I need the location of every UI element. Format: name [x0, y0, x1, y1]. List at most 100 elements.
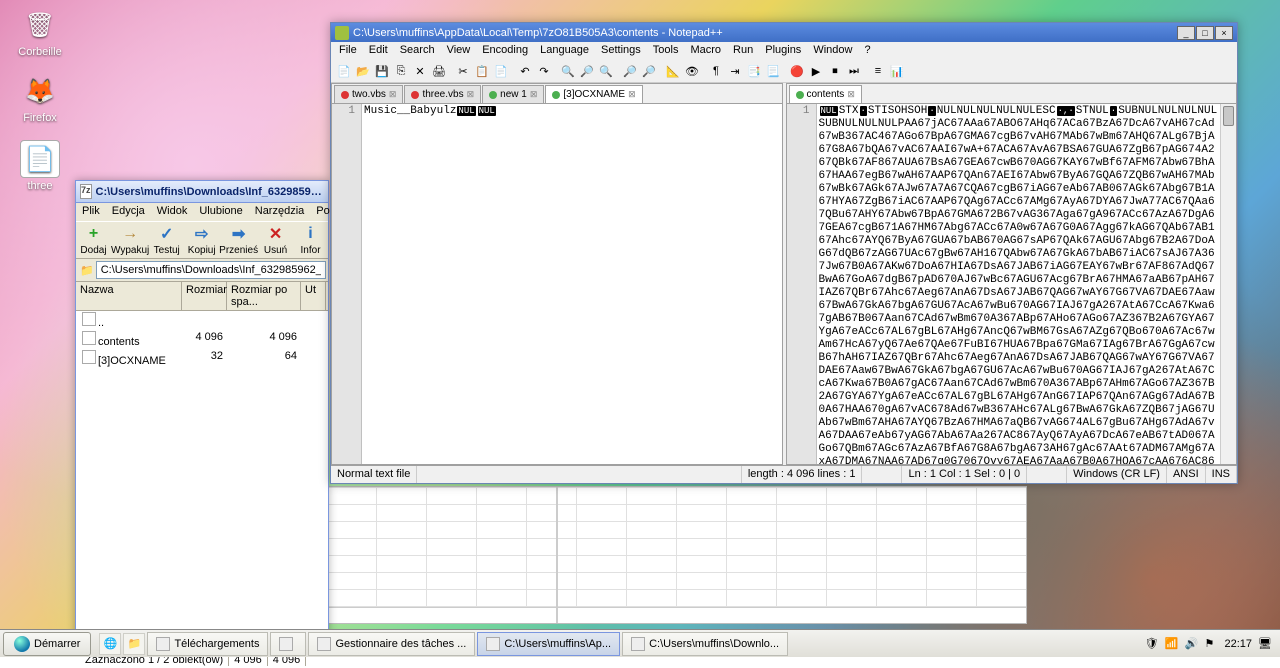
taskbar-item[interactable]	[270, 632, 306, 656]
toolbar-btn-29[interactable]: 🔴	[788, 62, 806, 80]
tab--3-ocxname[interactable]: [3]OCXNAME⊠	[545, 85, 642, 103]
toolbar-btn-21[interactable]: 📐	[664, 62, 682, 80]
toolbar-btn-8[interactable]: 📋	[473, 62, 491, 80]
toolbar-btn-30[interactable]: ▶	[807, 62, 825, 80]
file-row[interactable]: ..	[76, 311, 328, 330]
notepadpp-titlebar[interactable]: C:\Users\muffins\AppData\Local\Temp\7zO8…	[331, 23, 1237, 42]
maximize-button[interactable]: □	[1196, 26, 1214, 40]
tab-close-icon[interactable]: ⊠	[530, 89, 538, 100]
menu-view[interactable]: View	[441, 42, 477, 60]
toolbar-btn-31[interactable]: ⏹	[826, 62, 844, 80]
toolbar-btn-12[interactable]: ↷	[535, 62, 553, 80]
toolbtn-kopiuj[interactable]: ⇨Kopiuj	[184, 224, 219, 256]
toolbar-btn-19[interactable]: 🔎	[640, 62, 658, 80]
tab-close-icon[interactable]: ⊠	[389, 89, 397, 100]
menu-tools[interactable]: Tools	[647, 42, 685, 60]
toolbar-btn-22[interactable]: 👁	[683, 62, 701, 80]
menu-ulubione[interactable]: Ulubione	[193, 203, 248, 221]
toolbar-btn-34[interactable]: ≡	[869, 62, 887, 80]
toolbar-btn-11[interactable]: ↶	[516, 62, 534, 80]
menu-window[interactable]: Window	[807, 42, 858, 60]
tab-close-icon[interactable]: ⊠	[847, 89, 855, 100]
close-button[interactable]: ×	[1215, 26, 1233, 40]
menu-edit[interactable]: Edit	[363, 42, 394, 60]
right-scrollbar[interactable]	[1220, 104, 1236, 464]
sevenzip-titlebar[interactable]: 7z C:\Users\muffins\Downloads\Inf_632985…	[76, 181, 328, 203]
menu-macro[interactable]: Macro	[684, 42, 727, 60]
left-tabstrip[interactable]: two.vbs⊠three.vbs⊠new 1⊠[3]OCXNAME⊠	[332, 84, 782, 104]
toolbar-btn-32[interactable]: ⏭	[845, 62, 863, 80]
notepadpp-toolbar[interactable]: 📄📂💾⎘✕🖨✂📋📄↶↷🔍🔎🔍🔎🔎📐👁¶⇥📑📃🔴▶⏹⏭≡📊	[331, 60, 1237, 83]
toolbtn-dodaj[interactable]: +Dodaj	[76, 224, 111, 256]
system-tray[interactable]: 🛡 📶 🔊 ⚑ 22:17 🖥	[1136, 630, 1280, 657]
toolbtn-przenieś[interactable]: ➡Przenieś	[219, 224, 258, 256]
desktop-icon-three[interactable]: 📄three	[10, 140, 70, 192]
tray-flag-icon[interactable]: ⚑	[1204, 637, 1218, 651]
col-0[interactable]: Nazwa	[76, 282, 182, 310]
taskbar-item[interactable]: Gestionnaire des tâches ...	[308, 632, 475, 656]
tray-monitor-icon[interactable]: 🖥	[1258, 637, 1272, 651]
tray-clock[interactable]: 22:17	[1224, 638, 1252, 650]
tab-close-icon[interactable]: ⊠	[467, 89, 475, 100]
col-3[interactable]: Ut	[301, 282, 326, 310]
toolbar-btn-5[interactable]: 🖨	[430, 62, 448, 80]
toolbar-btn-25[interactable]: ⇥	[726, 62, 744, 80]
start-button[interactable]: Démarrer	[3, 632, 91, 656]
toolbar-btn-24[interactable]: ¶	[707, 62, 725, 80]
quicklaunch-1[interactable]: 📁	[123, 633, 145, 655]
toolbar-btn-9[interactable]: 📄	[492, 62, 510, 80]
toolbar-btn-2[interactable]: 💾	[373, 62, 391, 80]
menu-edycja[interactable]: Edycja	[106, 203, 151, 221]
notepadpp-menubar[interactable]: FileEditSearchViewEncodingLanguageSettin…	[331, 42, 1237, 60]
tab-contents[interactable]: contents⊠	[789, 85, 862, 103]
notepadpp-window[interactable]: C:\Users\muffins\AppData\Local\Temp\7zO8…	[330, 22, 1238, 484]
address-input[interactable]	[96, 261, 326, 279]
col-2[interactable]: Rozmiar po spa...	[227, 282, 301, 310]
toolbtn-testuj[interactable]: ✓Testuj	[149, 224, 184, 256]
toolbtn-infor[interactable]: iInfor	[293, 224, 328, 256]
tray-shield-icon[interactable]: 🛡	[1144, 637, 1158, 651]
toolbar-btn-27[interactable]: 📃	[764, 62, 782, 80]
toolbar-btn-3[interactable]: ⎘	[392, 62, 410, 80]
tab-new-1[interactable]: new 1⊠	[482, 85, 544, 103]
toolbar-btn-35[interactable]: 📊	[888, 62, 906, 80]
menu-plugins[interactable]: Plugins	[759, 42, 807, 60]
tray-volume-icon[interactable]: 🔊	[1184, 637, 1198, 651]
right-editor-pane[interactable]: contents⊠ 1 NULSTX·STISOHSOH·NULNULNULNU…	[786, 83, 1238, 465]
sevenzip-menubar[interactable]: PlikEdycjaWidokUlubioneNarzędziaPomoc	[76, 203, 328, 221]
toolbtn-wypakuj[interactable]: →Wypakuj	[111, 224, 149, 256]
menu-file[interactable]: File	[333, 42, 363, 60]
taskbar-item[interactable]: C:\Users\muffins\Ap...	[477, 632, 620, 656]
menu-encoding[interactable]: Encoding	[476, 42, 534, 60]
sevenzip-toolbar[interactable]: +Dodaj→Wypakuj✓Testuj⇨Kopiuj➡Przenieś✕Us…	[76, 221, 328, 259]
menu-language[interactable]: Language	[534, 42, 595, 60]
sevenzip-file-list[interactable]: ..contents4 0964 096[3]OCXNAME3264	[76, 311, 328, 651]
tray-network-icon[interactable]: 📶	[1164, 637, 1178, 651]
menu-settings[interactable]: Settings	[595, 42, 647, 60]
quicklaunch-0[interactable]: 🌐	[99, 633, 121, 655]
menu-narzędzia[interactable]: Narzędzia	[249, 203, 311, 221]
minimize-button[interactable]: _	[1177, 26, 1195, 40]
left-code[interactable]: Music__BabyulzNULNUL	[362, 104, 782, 464]
toolbar-btn-4[interactable]: ✕	[411, 62, 429, 80]
tab-two-vbs[interactable]: two.vbs⊠	[334, 85, 403, 103]
menu-search[interactable]: Search	[394, 42, 441, 60]
tab-three-vbs[interactable]: three.vbs⊠	[404, 85, 481, 103]
sevenzip-window[interactable]: 7z C:\Users\muffins\Downloads\Inf_632985…	[75, 180, 329, 640]
toolbar-btn-7[interactable]: ✂	[454, 62, 472, 80]
toolbar-btn-18[interactable]: 🔎	[621, 62, 639, 80]
menu-run[interactable]: Run	[727, 42, 759, 60]
file-row[interactable]: contents4 0964 096	[76, 330, 328, 349]
taskbar[interactable]: Démarrer 🌐📁TéléchargementsGestionnaire d…	[0, 629, 1280, 657]
toolbar-btn-26[interactable]: 📑	[745, 62, 763, 80]
toolbar-btn-14[interactable]: 🔍	[559, 62, 577, 80]
toolbar-btn-16[interactable]: 🔍	[597, 62, 615, 80]
desktop-icon-firefox[interactable]: 🦊Firefox	[10, 72, 70, 124]
right-code[interactable]: NULSTX·STISOHSOH·NULNULNULNULNULESC·,·ST…	[817, 104, 1221, 464]
menu-widok[interactable]: Widok	[151, 203, 194, 221]
up-folder-icon[interactable]: 📁	[80, 264, 94, 277]
toolbar-btn-1[interactable]: 📂	[354, 62, 372, 80]
toolbtn-usuń[interactable]: ✕Usuń	[258, 224, 293, 256]
col-1[interactable]: Rozmiar	[182, 282, 227, 310]
desktop-icon-corbeille[interactable]: 🗑Corbeille	[10, 6, 70, 58]
